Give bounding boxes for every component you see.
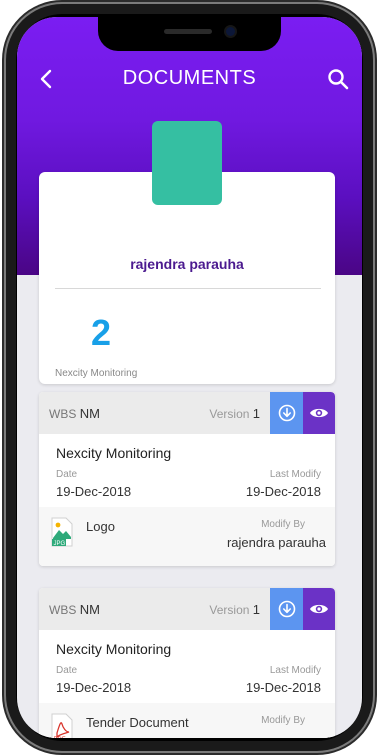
file-name: Logo bbox=[86, 519, 115, 534]
document-file-row[interactable]: PDF Tender Document Modify By bbox=[39, 703, 335, 738]
document-file-row[interactable]: JPG Logo Modify By rajendra parauha bbox=[39, 507, 335, 566]
date-value: 19-Dec-2018 bbox=[56, 484, 132, 499]
version-field: Version 1 bbox=[209, 406, 260, 421]
file-type-label: PDF bbox=[54, 737, 66, 738]
version-value: 1 bbox=[252, 406, 260, 421]
avatar[interactable] bbox=[152, 121, 222, 205]
version-label: Version bbox=[209, 603, 250, 617]
date-label: Date bbox=[56, 469, 78, 480]
document-count: 2 bbox=[91, 312, 112, 353]
modify-by-label: Modify By bbox=[261, 519, 305, 530]
file-type-label: JPG bbox=[54, 541, 66, 547]
document-title: Nexcity Monitoring bbox=[56, 445, 172, 461]
version-field: Version 1 bbox=[209, 602, 260, 617]
document-card-header: WBS NM Version 1 bbox=[39, 588, 335, 630]
wbs-value: NM bbox=[79, 602, 100, 617]
modify-by-value: rajendra parauha bbox=[226, 535, 326, 550]
eye-icon bbox=[310, 604, 328, 614]
version-value: 1 bbox=[252, 602, 260, 617]
wbs-field: WBS NM bbox=[49, 406, 100, 421]
wbs-label: WBS bbox=[49, 603, 77, 617]
document-card[interactable]: WBS NM Version 1 Nexcity Monitoring Date… bbox=[39, 588, 335, 738]
search-icon bbox=[328, 69, 349, 90]
divider bbox=[55, 288, 321, 289]
pdf-file-icon: PDF bbox=[51, 713, 73, 738]
speaker-grille bbox=[164, 29, 212, 34]
image-file-icon: JPG bbox=[51, 517, 73, 547]
last-modify-label: Last Modify bbox=[269, 469, 321, 480]
phone-notch bbox=[98, 17, 281, 51]
front-camera bbox=[226, 27, 235, 36]
view-button[interactable] bbox=[303, 588, 335, 630]
last-modify-value: 19-Dec-2018 bbox=[245, 484, 321, 499]
page-title: DOCUMENTS bbox=[122, 67, 257, 89]
download-icon bbox=[278, 404, 295, 422]
view-button[interactable] bbox=[303, 392, 335, 434]
wbs-label: WBS bbox=[49, 407, 77, 421]
document-count-label: Nexcity Monitoring bbox=[55, 368, 138, 379]
search-button[interactable] bbox=[326, 67, 350, 91]
wbs-value: NM bbox=[79, 406, 100, 421]
phone-power-button bbox=[373, 178, 377, 244]
last-modify-value: 19-Dec-2018 bbox=[245, 680, 321, 695]
wbs-field: WBS NM bbox=[49, 602, 100, 617]
user-name: rajendra parauha bbox=[130, 256, 244, 272]
download-icon bbox=[278, 600, 295, 618]
version-label: Version bbox=[209, 407, 250, 421]
eye-icon bbox=[310, 408, 328, 418]
date-value: 19-Dec-2018 bbox=[56, 680, 132, 695]
document-card[interactable]: WBS NM Version 1 Nexcity Monitoring Date… bbox=[39, 392, 335, 566]
modify-by-label: Modify By bbox=[261, 715, 305, 726]
download-button[interactable] bbox=[270, 588, 303, 630]
document-title: Nexcity Monitoring bbox=[56, 641, 172, 657]
file-name: Tender Document bbox=[86, 715, 189, 730]
last-modify-label: Last Modify bbox=[269, 665, 321, 676]
document-card-header: WBS NM Version 1 bbox=[39, 392, 335, 434]
download-button[interactable] bbox=[270, 392, 303, 434]
date-label: Date bbox=[56, 665, 78, 676]
app-screen: DOCUMENTS rajendra parauha 2 Nexcity Mon… bbox=[17, 17, 362, 738]
